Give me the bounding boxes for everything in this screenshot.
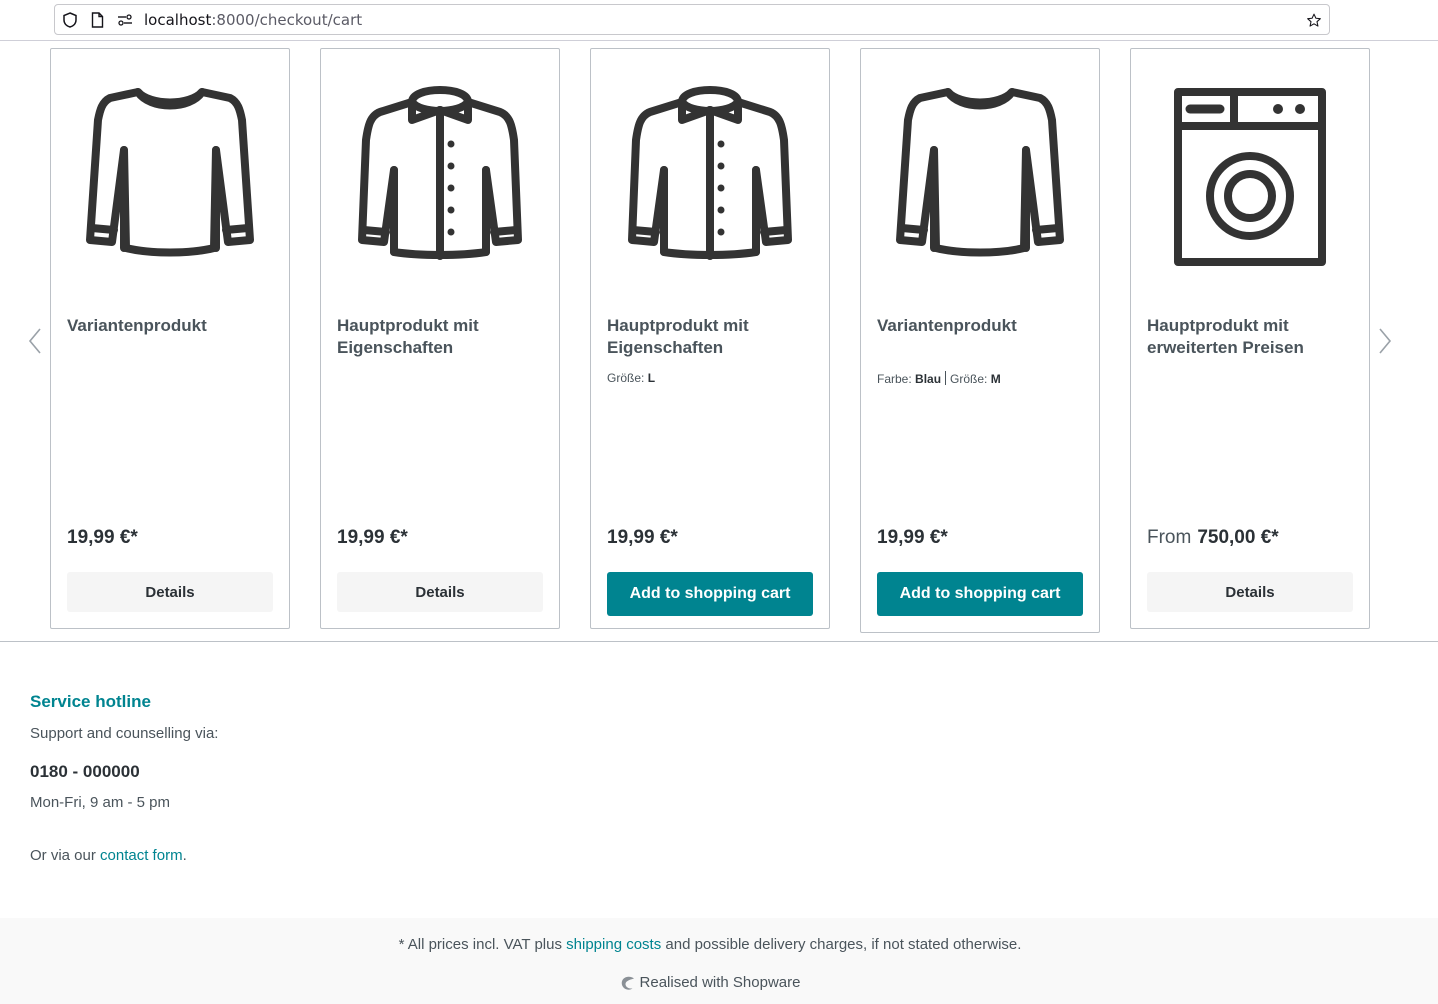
product-card: Hauptprodukt mit Eigenschaften Größe: L … — [590, 48, 830, 629]
product-card: Variantenprodukt Farbe: Blau Größe: M 19,… — [860, 48, 1100, 633]
product-price-value: 19,99 €* — [877, 527, 948, 548]
contact-prefix: Or via our — [30, 847, 101, 864]
vat-suffix: and possible delivery charges, if not st… — [661, 936, 1022, 953]
product-price-value: 19,99 €* — [607, 527, 678, 548]
product-price: 19,99 €* — [877, 527, 948, 549]
product-properties: Größe: L — [607, 371, 655, 385]
service-phone[interactable]: 0180 - 000000 — [30, 762, 140, 782]
contact-suffix: . — [182, 847, 187, 864]
footer-bottom: * All prices incl. VAT plus shipping cos… — [0, 918, 1438, 1004]
property-separator — [945, 371, 947, 385]
product-image[interactable] — [337, 65, 543, 285]
product-price-value: 19,99 €* — [67, 527, 138, 548]
bookmark-star-icon[interactable] — [1306, 12, 1322, 28]
url-bar[interactable]: localhost:8000/checkout/cart — [54, 4, 1330, 35]
realised-text: Realised with Shopware — [639, 974, 801, 991]
product-image[interactable] — [1147, 65, 1353, 285]
product-price-value: 750,00 €* — [1197, 527, 1279, 548]
chevron-left-icon — [28, 328, 41, 354]
footer-divider — [0, 641, 1438, 642]
vat-prefix: * All prices incl. VAT plus — [398, 936, 567, 953]
service-contact-text: Or via our contact form. — [30, 847, 187, 864]
jacket-icon — [628, 86, 792, 260]
product-price: 19,99 €* — [607, 527, 678, 549]
product-image[interactable] — [877, 65, 1083, 285]
add-to-cart-button[interactable]: Add to shopping cart — [607, 572, 813, 616]
details-button[interactable]: Details — [67, 572, 273, 612]
carousel-next-button[interactable] — [1375, 326, 1395, 356]
property-label: Größe: — [607, 371, 645, 385]
shipping-costs-link[interactable]: shipping costs — [566, 936, 661, 953]
property-value: L — [647, 371, 656, 385]
url-host: localhost — [144, 11, 212, 29]
jacket-icon — [358, 86, 522, 260]
service-hours: Mon-Fri, 9 am - 5 pm — [30, 794, 171, 811]
carousel-prev-button[interactable] — [25, 326, 45, 356]
details-button[interactable]: Details — [1147, 572, 1353, 612]
product-price: From 750,00 €* — [1147, 527, 1279, 549]
product-price: 19,99 €* — [67, 527, 138, 549]
product-title[interactable]: Hauptprodukt mit erweiterten Preisen — [1147, 315, 1353, 359]
product-image[interactable] — [607, 65, 813, 285]
sweater-icon — [86, 88, 254, 257]
page-icon — [89, 12, 105, 28]
product-image[interactable] — [67, 65, 273, 285]
url-text[interactable]: localhost:8000/checkout/cart — [144, 11, 362, 29]
shield-icon[interactable] — [62, 12, 78, 28]
property-value: Blau — [915, 372, 942, 386]
permissions-icon[interactable] — [117, 12, 133, 28]
product-title[interactable]: Variantenprodukt — [877, 315, 1083, 337]
details-button[interactable]: Details — [337, 572, 543, 612]
product-price-value: 19,99 €* — [337, 527, 408, 548]
product-properties: Farbe: Blau Größe: M — [877, 371, 1001, 386]
property-value: M — [990, 372, 1001, 386]
product-card: Variantenprodukt 19,99 €* Details — [50, 48, 290, 629]
shopware-logo-icon — [621, 976, 634, 990]
service-subtitle: Support and counselling via: — [30, 725, 219, 742]
sweater-icon — [896, 88, 1064, 257]
browser-toolbar: localhost:8000/checkout/cart — [0, 0, 1438, 41]
add-to-cart-button[interactable]: Add to shopping cart — [877, 572, 1083, 616]
product-price: 19,99 €* — [337, 527, 408, 549]
chevron-right-icon — [1379, 328, 1392, 354]
url-path: :8000/checkout/cart — [211, 11, 363, 29]
app-root: localhost:8000/checkout/cart Variantenpr… — [0, 0, 1438, 1004]
product-title[interactable]: Hauptprodukt mit Eigenschaften — [607, 315, 813, 359]
service-title: Service hotline — [30, 692, 151, 711]
property-label: Farbe: — [877, 372, 912, 386]
property-label: Größe: — [950, 372, 988, 386]
vat-notice: * All prices incl. VAT plus shipping cos… — [0, 936, 1420, 953]
product-title[interactable]: Variantenprodukt — [67, 315, 273, 337]
product-card: Hauptprodukt mit Eigenschaften 19,99 €* … — [320, 48, 560, 629]
realised-with-shopware[interactable]: Realised with Shopware — [0, 974, 1420, 991]
product-card: Hauptprodukt mit erweiterten Preisen Fro… — [1130, 48, 1370, 629]
washing-machine-icon — [1174, 88, 1326, 266]
contact-form-link[interactable]: contact form — [100, 847, 183, 864]
product-title[interactable]: Hauptprodukt mit Eigenschaften — [337, 315, 543, 359]
price-prefix: From — [1147, 527, 1192, 548]
